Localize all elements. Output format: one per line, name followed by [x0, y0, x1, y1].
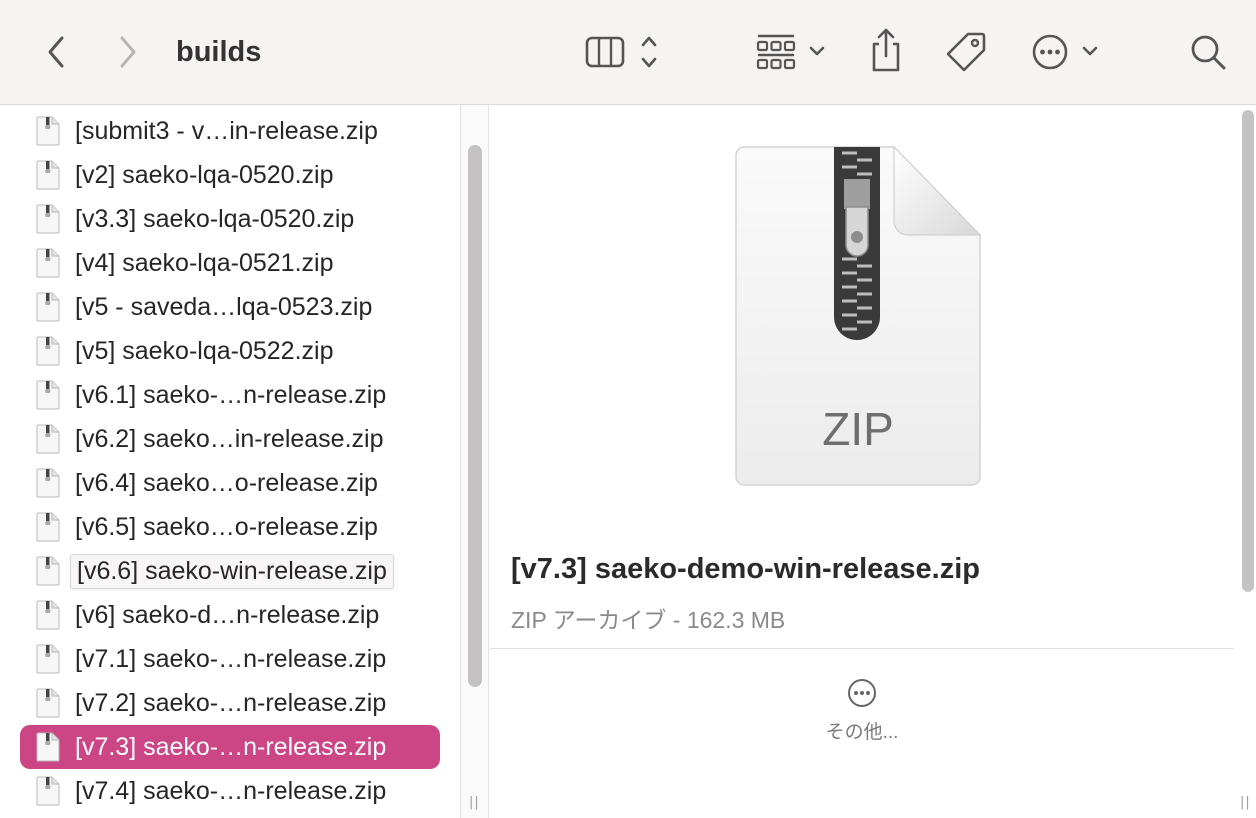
file-row[interactable]: [v5] saeko-lqa-0522.zip: [20, 329, 440, 373]
more-actions-button[interactable]: その他...: [812, 677, 912, 767]
file-name: [v6.5] saeko…o-release.zip: [75, 512, 378, 541]
zip-file-icon: [36, 160, 60, 190]
preview-file-name: [v7.3] saeko-demo-win-release.zip: [511, 553, 980, 585]
file-row[interactable]: [v4] saeko-lqa-0521.zip: [20, 241, 440, 285]
file-row[interactable]: [v6.1] saeko-…n-release.zip: [20, 373, 440, 417]
file-name: [v7.1] saeko-…n-release.zip: [75, 644, 387, 673]
file-row[interactable]: [v2] saeko-lqa-0520.zip: [20, 153, 440, 197]
file-name: [v6.4] saeko…o-release.zip: [75, 468, 378, 497]
list-scrollbar-thumb[interactable]: [468, 145, 482, 687]
file-name: [v2] saeko-lqa-0520.zip: [75, 160, 334, 189]
columns-view-icon: [585, 36, 657, 68]
action-menu-button[interactable]: [1030, 32, 1104, 72]
zip-file-icon: [36, 688, 60, 718]
file-name: [v5] saeko-lqa-0522.zip: [75, 336, 334, 365]
file-row[interactable]: [v7.4] saeko-…n-release.zip: [20, 769, 440, 813]
ellipsis-circle-icon: [1032, 34, 1098, 70]
file-row[interactable]: [v7.3] saeko-…n-release.zip: [20, 725, 440, 769]
file-name: [v6.2] saeko…in-release.zip: [75, 424, 384, 453]
back-button[interactable]: [38, 30, 74, 74]
more-actions-label: その他...: [825, 722, 899, 743]
file-row[interactable]: [v7.2] saeko-…n-release.zip: [20, 681, 440, 725]
zip-file-icon: [36, 336, 60, 366]
file-row[interactable]: [v6.5] saeko…o-release.zip: [20, 505, 440, 549]
file-name: [submit3 - v…in-release.zip: [75, 116, 378, 145]
zip-file-icon: [36, 600, 60, 630]
file-row[interactable]: [v7.1] saeko-…n-release.zip: [20, 637, 440, 681]
file-name: [v6.1] saeko-…n-release.zip: [75, 380, 387, 409]
zip-file-icon: [36, 732, 60, 762]
zip-file-icon: [36, 116, 60, 146]
chevron-left-icon: [48, 36, 64, 68]
file-name: [v3.3] saeko-lqa-0520.zip: [75, 204, 355, 233]
file-row[interactable]: [v6.4] saeko…o-release.zip: [20, 461, 440, 505]
ellipsis-circle-icon: [848, 679, 876, 707]
column-resize-handle[interactable]: ||: [469, 795, 480, 810]
zip-file-icon: [36, 644, 60, 674]
group-button[interactable]: [756, 32, 830, 72]
file-row[interactable]: [v3.3] saeko-lqa-0520.zip: [20, 197, 440, 241]
zip-file-icon: [36, 556, 60, 586]
search-button[interactable]: [1188, 32, 1228, 72]
toolbar: builds: [0, 0, 1256, 105]
file-row[interactable]: [v6.2] saeko…in-release.zip: [20, 417, 440, 461]
preview-divider: [490, 648, 1234, 649]
preview-file-meta: ZIP アーカイブ - 162.3 MB: [511, 607, 786, 633]
file-row[interactable]: [v6.6] saeko-win-release.zip: [20, 549, 440, 593]
preview-scrollbar-thumb[interactable]: [1242, 110, 1254, 592]
view-mode-button[interactable]: [584, 32, 664, 72]
share-icon: [872, 28, 900, 72]
zip-file-icon: [36, 424, 60, 454]
search-icon: [1191, 35, 1226, 70]
zip-archive-icon: ZIP: [735, 145, 982, 486]
file-name: [v5 - saveda…lqa-0523.zip: [75, 292, 373, 321]
forward-button[interactable]: [110, 30, 146, 74]
grid-group-icon: [756, 34, 825, 70]
chevron-right-icon: [120, 36, 136, 68]
zip-file-icon: [36, 292, 60, 322]
file-row[interactable]: [v6] saeko-d…n-release.zip: [20, 593, 440, 637]
file-list[interactable]: [submit3 - v…in-release.zip [v2] saeko-lq…: [0, 105, 460, 818]
list-scrollbar-track[interactable]: ||: [461, 105, 489, 818]
zip-file-icon: [36, 512, 60, 542]
zip-file-icon: [36, 776, 60, 806]
file-row[interactable]: [submit3 - v…in-release.zip: [20, 109, 440, 153]
zip-file-icon: [36, 380, 60, 410]
preview-resize-handle[interactable]: ||: [1240, 795, 1251, 810]
preview-pane: ZIP [v7.3] saeko-demo-win-release.zip ZI…: [490, 105, 1256, 818]
zip-file-icon: [36, 468, 60, 498]
file-name: [v7.3] saeko-…n-release.zip: [75, 732, 387, 761]
tag-icon: [946, 32, 986, 72]
zip-icon-label: ZIP: [822, 403, 894, 455]
file-name: [v6] saeko-d…n-release.zip: [75, 600, 380, 629]
zip-file-icon: [36, 248, 60, 278]
share-button[interactable]: [866, 26, 906, 74]
zip-file-icon: [36, 204, 60, 234]
file-row[interactable]: [v5 - saveda…lqa-0523.zip: [20, 285, 440, 329]
window-title: builds: [176, 36, 262, 68]
file-name[interactable]: [v6.6] saeko-win-release.zip: [70, 553, 394, 589]
file-name: [v7.4] saeko-…n-release.zip: [75, 776, 387, 805]
file-name: [v4] saeko-lqa-0521.zip: [75, 248, 334, 277]
file-name: [v7.2] saeko-…n-release.zip: [75, 688, 387, 717]
tag-button[interactable]: [944, 30, 988, 74]
